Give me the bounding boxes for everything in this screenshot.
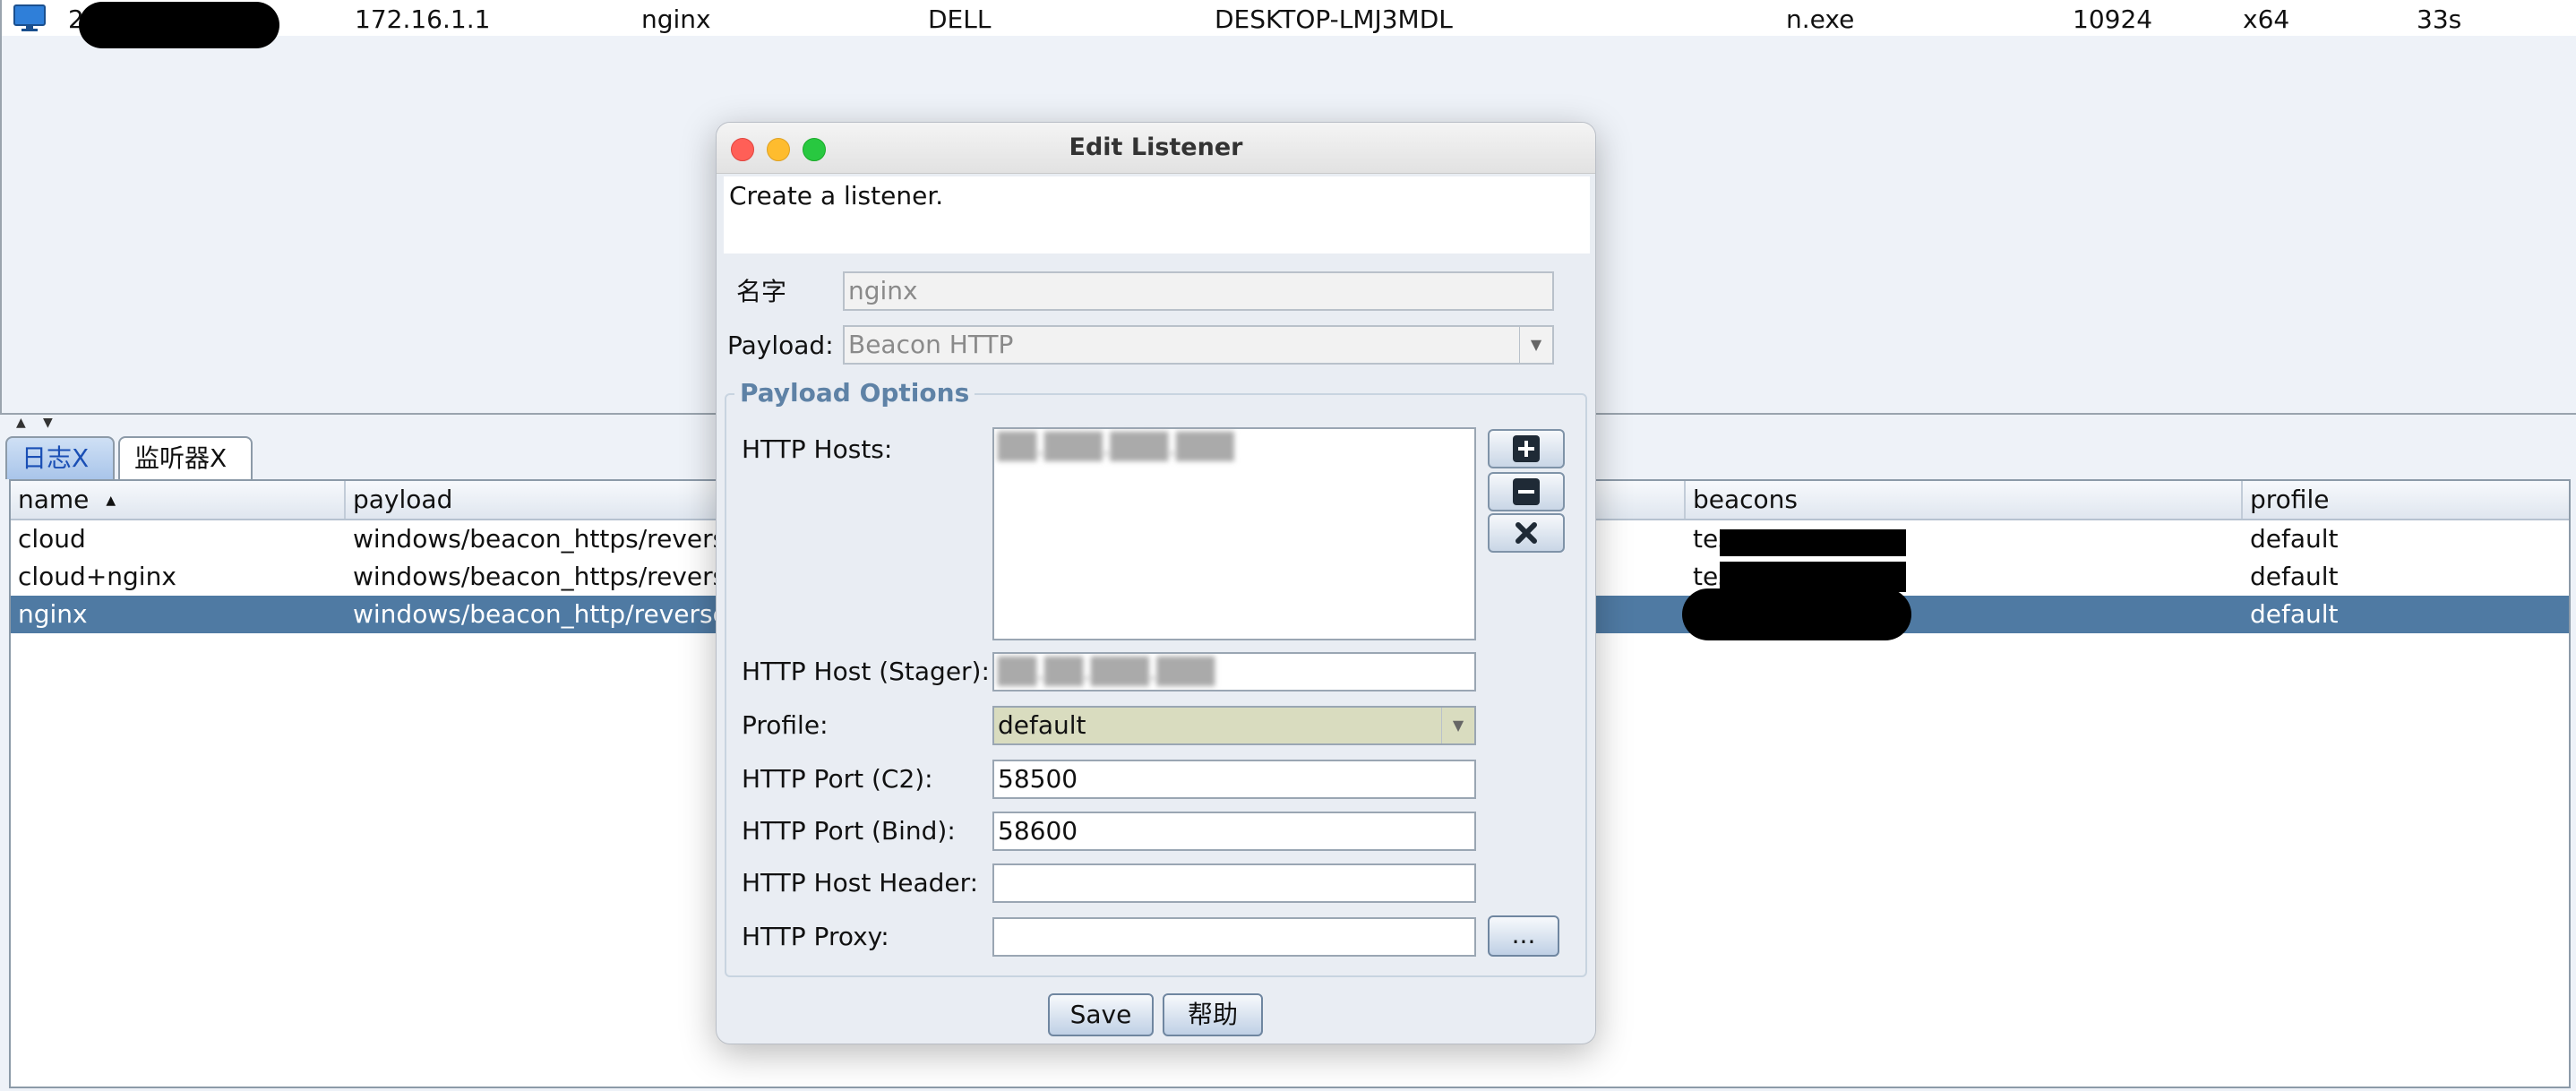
proxy-label: HTTP Proxy: (742, 922, 889, 951)
redaction (1720, 562, 1906, 592)
redaction (1682, 588, 1911, 640)
name-field[interactable]: nginx (843, 271, 1554, 311)
stager-host-field[interactable]: ██.██.███.███ (992, 652, 1476, 692)
chevron-down-icon: ▼ (1519, 327, 1552, 363)
payload-options-title: Payload Options (734, 379, 975, 408)
host-header-field[interactable] (992, 863, 1476, 903)
http-hosts-list[interactable]: ██.███.███.███ (992, 427, 1476, 640)
collapse-up-icon[interactable]: ▲ (16, 415, 26, 431)
session-pid: 10924 (2073, 4, 2153, 34)
port-bind-label: HTTP Port (Bind): (742, 816, 956, 846)
plus-icon (1513, 435, 1540, 462)
remove-host-button[interactable] (1488, 472, 1565, 511)
host-header-label: HTTP Host Header: (742, 868, 979, 898)
x-icon (1516, 522, 1537, 544)
session-row[interactable]: 2 172.16.1.1 nginx DELL DESKTOP-LMJ3MDL … (2, 0, 2576, 48)
help-button[interactable]: 帮助 (1163, 993, 1263, 1036)
dialog-title: Edit Listener (1069, 133, 1243, 161)
port-c2-label: HTTP Port (C2): (742, 764, 933, 794)
add-host-button[interactable] (1488, 429, 1565, 468)
column-profile[interactable]: profile (2243, 481, 2571, 519)
dialog-description: Create a listener. (724, 176, 1590, 253)
session-computer: DESKTOP-LMJ3MDL (1215, 4, 1453, 34)
redaction (1720, 529, 1906, 556)
stager-label: HTTP Host (Stager): (742, 657, 990, 686)
chevron-down-icon: ▼ (1441, 708, 1474, 743)
name-label: 名字 (736, 277, 787, 306)
port-c2-field[interactable]: 58500 (992, 760, 1476, 799)
clear-hosts-button[interactable] (1488, 513, 1565, 553)
port-bind-field[interactable]: 58600 (992, 812, 1476, 851)
collapse-down-icon[interactable]: ▼ (43, 415, 53, 431)
http-hosts-label: HTTP Hosts: (742, 434, 893, 464)
session-process: n.exe (1786, 4, 1855, 34)
monitor-icon (13, 4, 46, 31)
proxy-field[interactable] (992, 917, 1476, 957)
redaction (79, 2, 279, 48)
save-button[interactable]: Save (1048, 993, 1154, 1036)
proxy-settings-button[interactable]: ... (1488, 915, 1559, 957)
minus-icon (1513, 478, 1540, 505)
session-user: DELL (928, 4, 992, 34)
column-name[interactable]: name ▲ (11, 481, 346, 519)
payload-label: Payload: (727, 331, 834, 360)
tab-log[interactable]: 日志X (5, 436, 115, 479)
session-arch: x64 (2243, 4, 2290, 34)
sort-asc-icon: ▲ (106, 494, 116, 508)
edit-listener-dialog: Edit Listener Create a listener. 名字 ngin… (716, 122, 1596, 1044)
profile-select[interactable]: default ▼ (992, 706, 1476, 745)
profile-label: Profile: (742, 710, 829, 740)
session-ip: 172.16.1.1 (355, 4, 491, 34)
column-beacons[interactable]: beacons (1686, 481, 2243, 519)
tab-listeners[interactable]: 监听器X (118, 436, 253, 479)
session-last: 33s (2417, 4, 2462, 34)
payload-select[interactable]: Beacon HTTP ▼ (843, 325, 1554, 365)
session-listener: nginx (641, 4, 711, 34)
dialog-titlebar[interactable]: Edit Listener (717, 123, 1595, 174)
